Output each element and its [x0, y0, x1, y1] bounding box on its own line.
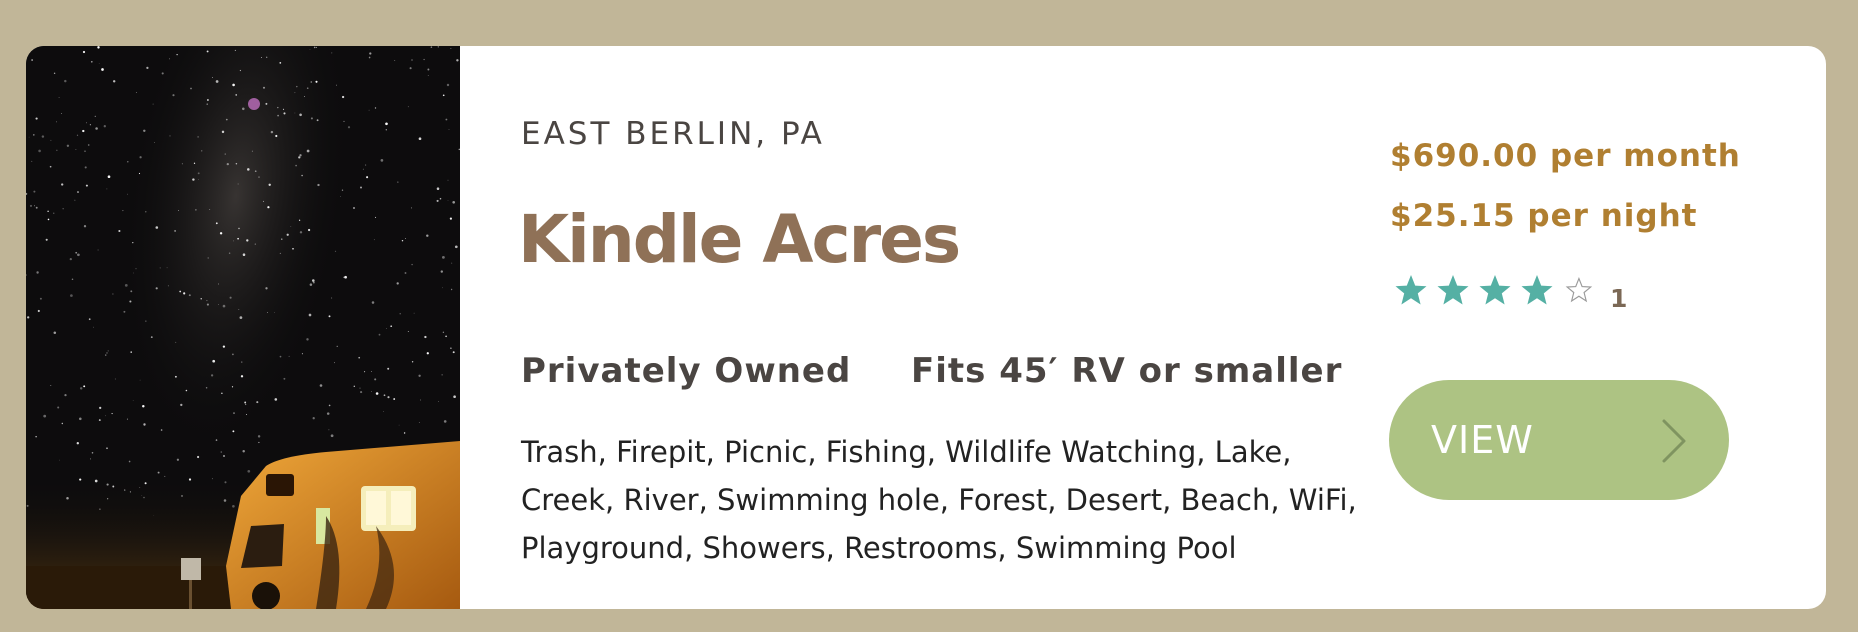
- listing-card: EAST BERLIN, PA Kindle Acres Privately O…: [26, 46, 1826, 609]
- stars-container: [1394, 273, 1604, 311]
- star-filled-icon: [1479, 275, 1511, 305]
- listing-title[interactable]: Kindle Acres: [518, 201, 961, 278]
- review-count: 1: [1610, 283, 1628, 313]
- star-filled-icon: [1437, 275, 1469, 305]
- listing-location: EAST BERLIN, PA: [521, 116, 825, 152]
- rv-fit-feature: Fits 45′ RV or smaller: [911, 351, 1343, 391]
- amenities-list: Trash, Firepit, Picnic, Fishing, Wildlif…: [521, 435, 1357, 565]
- view-button-label: VIEW: [1431, 418, 1534, 462]
- star-empty-icon: [1565, 276, 1593, 303]
- view-button[interactable]: VIEW: [1389, 380, 1729, 500]
- listing-photo: [26, 46, 460, 609]
- star-filled-icon: [1521, 275, 1553, 305]
- monthly-price: $690.00 per month: [1390, 138, 1741, 174]
- ownership-feature: Privately Owned: [521, 351, 852, 391]
- star-rating: 1: [1394, 272, 1628, 313]
- chevron-right-icon: [1662, 419, 1686, 463]
- nightly-price: $25.15 per night: [1390, 198, 1698, 234]
- star-filled-icon: [1395, 275, 1427, 305]
